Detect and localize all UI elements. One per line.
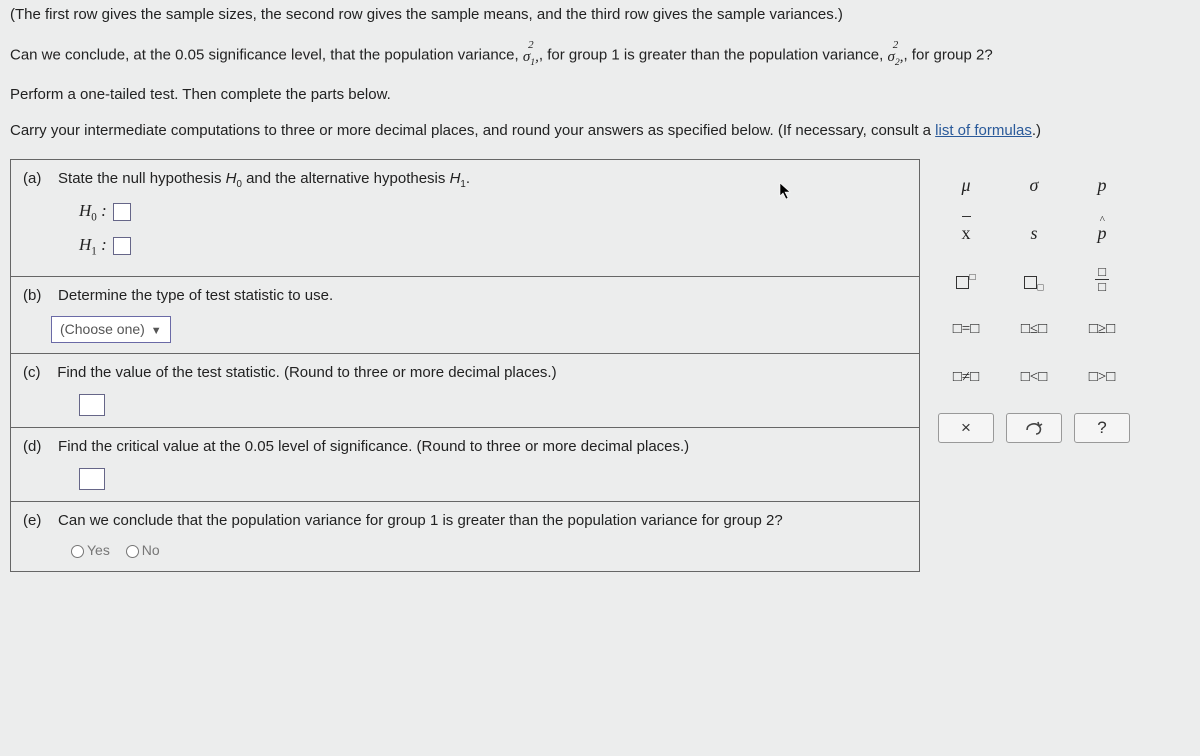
answer-panel: (a) State the null hypothesis H0 and the… (10, 159, 920, 573)
yes-option[interactable]: Yes (71, 542, 110, 558)
h0-row: H0 : (79, 198, 907, 226)
part-b: (b) Determine the type of test statistic… (11, 277, 919, 354)
h1-input[interactable] (113, 237, 131, 255)
formulas-link[interactable]: list of formulas (935, 122, 1032, 139)
symbol-phat[interactable]: ^p (1074, 220, 1130, 247)
symbol-le[interactable]: □≤□ (1006, 318, 1062, 341)
intro-question: Can we conclude, at the 0.05 significanc… (10, 41, 1190, 70)
yes-radio[interactable] (71, 545, 84, 558)
no-option[interactable]: No (126, 542, 160, 558)
clear-button[interactable]: × (938, 413, 994, 443)
symbol-gt[interactable]: □>□ (1074, 366, 1130, 389)
part-a: (a) State the null hypothesis H0 and the… (11, 160, 919, 278)
part-d-label: (d) (23, 438, 41, 455)
undo-button[interactable] (1006, 413, 1062, 443)
part-e: (e) Can we conclude that the population … (11, 502, 919, 572)
h0-input[interactable] (113, 203, 131, 221)
symbol-fraction[interactable]: □□ (1074, 265, 1130, 299)
intro-rounding: Carry your intermediate computations to … (10, 120, 1190, 143)
symbol-palette: μ σ p x s ^p □ □ □□ □=□ □≤□ □≥□ □≠□ □<□ … (938, 159, 1168, 443)
part-d-text: Find the critical value at the 0.05 leve… (58, 438, 689, 455)
part-c: (c) Find the value of the test statistic… (11, 354, 919, 428)
intro-instruction: Perform a one-tailed test. Then complete… (10, 84, 1190, 107)
symbol-subscript[interactable]: □ (1006, 267, 1062, 296)
part-d: (d) Find the critical value at the 0.05 … (11, 428, 919, 502)
symbol-lt[interactable]: □<□ (1006, 366, 1062, 389)
symbol-sigma[interactable]: σ (1006, 172, 1062, 199)
chevron-down-icon: ▼ (151, 325, 162, 337)
part-a-text: State the null hypothesis H0 and the alt… (58, 170, 470, 187)
part-c-label: (c) (23, 364, 41, 381)
symbol-exponent[interactable]: □ (938, 268, 994, 295)
part-c-text: Find the value of the test statistic. (R… (57, 364, 556, 381)
h1-row: H1 : (79, 232, 907, 260)
part-b-text: Determine the type of test statistic to … (58, 287, 333, 304)
intro-row-note: (The first row gives the sample sizes, t… (10, 4, 1190, 27)
symbol-ne[interactable]: □≠□ (938, 366, 994, 389)
symbol-mu[interactable]: μ (938, 172, 994, 199)
no-radio[interactable] (126, 545, 139, 558)
symbol-ge[interactable]: □≥□ (1074, 318, 1130, 341)
undo-icon (1024, 420, 1044, 436)
symbol-s[interactable]: s (1006, 220, 1062, 247)
symbol-equals[interactable]: □=□ (938, 318, 994, 341)
part-a-label: (a) (23, 170, 41, 187)
critical-value-input[interactable] (79, 468, 105, 490)
test-statistic-input[interactable] (79, 394, 105, 416)
help-button[interactable]: ? (1074, 413, 1130, 443)
symbol-p[interactable]: p (1074, 172, 1130, 199)
test-statistic-dropdown[interactable]: (Choose one) ▼ (51, 316, 171, 343)
part-e-label: (e) (23, 512, 41, 529)
symbol-xbar[interactable]: x (938, 220, 994, 247)
part-b-label: (b) (23, 287, 41, 304)
part-e-text: Can we conclude that the population vari… (58, 512, 783, 529)
